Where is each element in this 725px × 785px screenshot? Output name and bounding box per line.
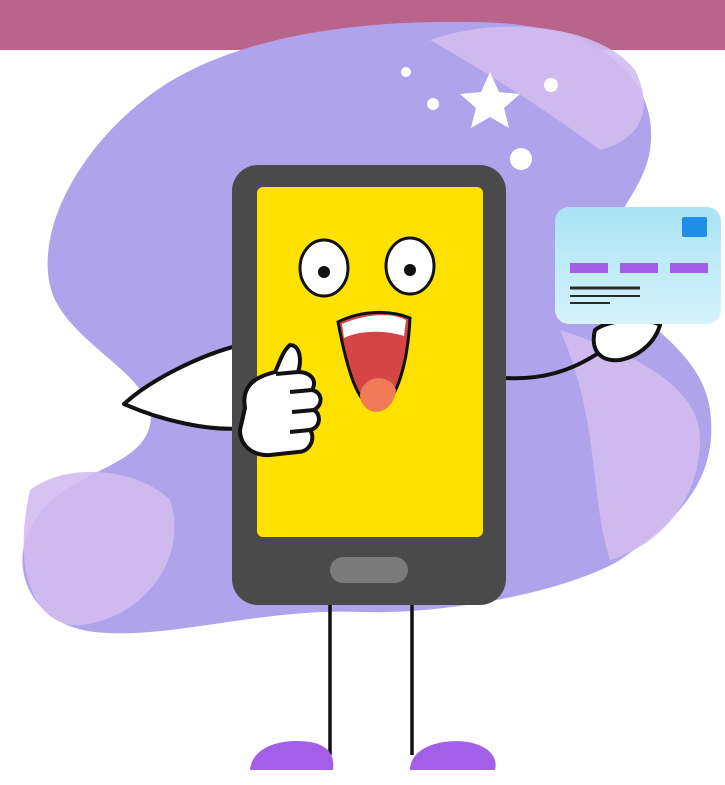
legs [328, 600, 414, 755]
credit-card-icon [555, 207, 721, 324]
shoes [250, 740, 496, 770]
page [0, 0, 725, 785]
phone-mascot-illustration [22, 21, 721, 770]
